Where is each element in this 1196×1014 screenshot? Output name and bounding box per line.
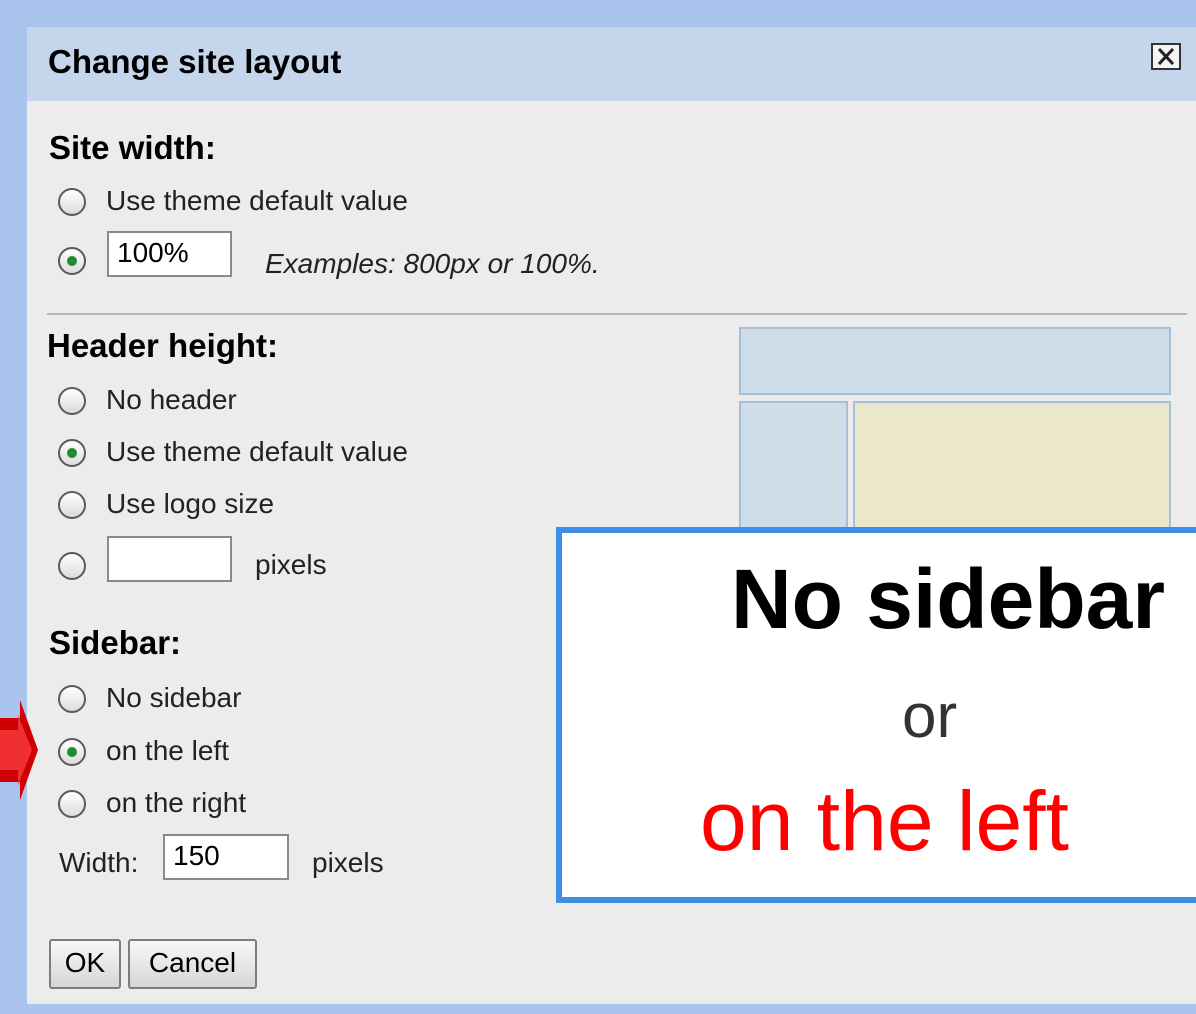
site-width-heading: Site width: <box>49 129 216 166</box>
sidebar-heading: Sidebar: <box>49 624 182 661</box>
sidebar-none-radio[interactable] <box>58 685 86 713</box>
header-none-label: No header <box>106 384 237 415</box>
sidebar-none-label: No sidebar <box>106 682 242 713</box>
site-width-hint: Examples: 800px or 100%. <box>265 248 600 279</box>
annotation-callout: No sidebar or on the left <box>556 527 1196 903</box>
ok-button[interactable]: OK <box>49 939 121 989</box>
site-width-default-radio[interactable] <box>58 188 86 216</box>
close-icon <box>1158 48 1174 65</box>
header-logo-radio[interactable] <box>58 491 86 519</box>
sidebar-width-label: Width: <box>59 847 139 878</box>
callout-or: or <box>902 682 958 751</box>
header-default-label: Use theme default value <box>106 436 408 467</box>
sidebar-width-input[interactable]: 150 <box>163 834 289 880</box>
header-height-input[interactable] <box>107 536 232 582</box>
selected-dot <box>67 448 77 458</box>
pointer-arrow-icon <box>0 700 38 800</box>
header-height-heading: Header height: <box>47 327 279 364</box>
header-logo-label: Use logo size <box>106 488 275 519</box>
header-custom-radio[interactable] <box>58 552 86 580</box>
section-divider <box>47 313 1187 315</box>
sidebar-right-radio[interactable] <box>58 790 86 818</box>
preview-header-block <box>739 327 1171 395</box>
site-width-input[interactable]: 100% <box>107 231 232 277</box>
sidebar-left-radio[interactable] <box>58 738 86 766</box>
header-default-radio[interactable] <box>58 439 86 467</box>
cancel-button[interactable]: Cancel <box>128 939 257 989</box>
close-button[interactable] <box>1151 43 1181 70</box>
header-height-unit: pixels <box>255 549 327 580</box>
callout-on-the-left: on the left <box>700 774 1069 868</box>
site-width-default-label: Use theme default value <box>106 185 408 216</box>
selected-dot <box>67 747 77 757</box>
sidebar-left-label: on the left <box>106 735 229 766</box>
selected-dot <box>67 256 77 266</box>
sidebar-width-unit: pixels <box>312 847 384 878</box>
header-none-radio[interactable] <box>58 387 86 415</box>
dialog-titlebar: Change site layout <box>27 27 1196 101</box>
dialog-title: Change site layout <box>48 43 342 80</box>
sidebar-right-label: on the right <box>106 787 247 818</box>
site-width-custom-radio[interactable] <box>58 247 86 275</box>
callout-no-sidebar: No sidebar <box>730 552 1166 646</box>
